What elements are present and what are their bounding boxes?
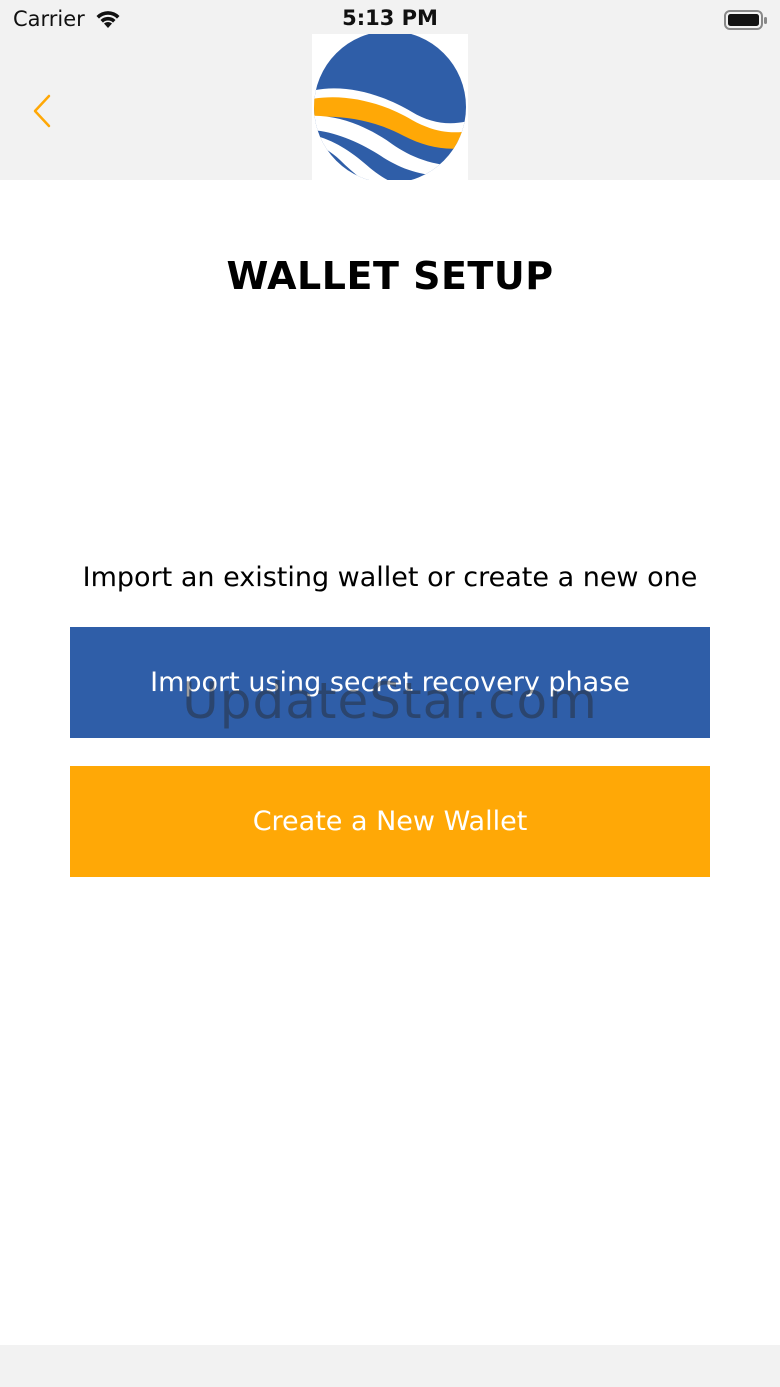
main-content: WALLET SETUP Import an existing wallet o… bbox=[0, 180, 780, 1345]
back-button[interactable] bbox=[22, 88, 62, 138]
clock-time: 5:13 PM bbox=[342, 6, 438, 30]
page-title: WALLET SETUP bbox=[226, 254, 554, 298]
page-subtitle: Import an existing wallet or create a ne… bbox=[82, 562, 698, 593]
bottom-bar bbox=[0, 1345, 780, 1387]
create-wallet-button[interactable]: Create a New Wallet bbox=[70, 766, 710, 877]
app-logo bbox=[312, 34, 468, 183]
battery-icon bbox=[724, 9, 768, 31]
chevron-left-icon bbox=[32, 94, 52, 132]
navigation-bar bbox=[0, 34, 780, 183]
import-wallet-button[interactable]: Import using secret recovery phase bbox=[70, 627, 710, 738]
